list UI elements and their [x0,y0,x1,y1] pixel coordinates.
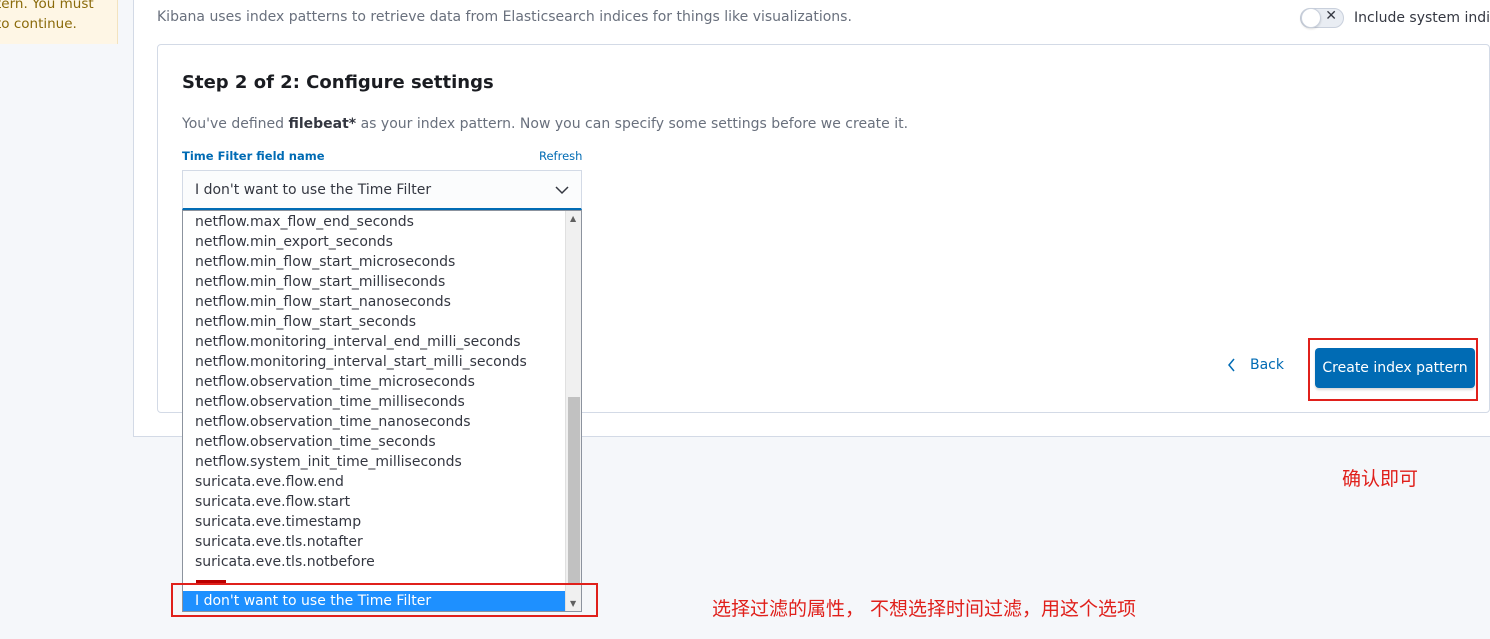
time-filter-options-list[interactable]: netflow.max_flow_end_seconds netflow.min_… [182,210,582,612]
toggle-label: Include system indice [1354,10,1490,26]
time-filter-select[interactable]: I don't want to use the Time Filter [182,170,582,210]
toggle-knob [1301,8,1321,28]
highlight-box-create [1308,338,1478,401]
step-description: You've defined filebeat* as your index p… [182,116,908,132]
option-item[interactable]: suricata.eve.flow.end [183,472,581,492]
annotation-choose: 选择过滤的属性， 不想选择时间过滤，用这个选项 [712,598,1137,620]
index-pattern-name: filebeat* [288,116,357,132]
options: netflow.max_flow_end_seconds netflow.min_… [183,211,581,611]
option-item[interactable]: netflow.min_flow_start_seconds [183,312,581,332]
include-system-indices-toggle[interactable]: ✕ Include system indice [1300,8,1490,28]
scroll-thumb[interactable] [568,397,580,583]
page-description: Kibana uses index patterns to retrieve d… [157,9,852,25]
time-filter-field-label: Time Filter field name [182,149,325,163]
list-scrollbar[interactable]: ▲ ▼ [565,211,581,611]
option-item[interactable]: netflow.observation_time_microseconds [183,372,581,392]
desc-suffix: as your index pattern. Now you can speci… [356,116,909,132]
option-item[interactable]: suricata.eve.timestamp [183,512,581,532]
back-label: Back [1250,357,1284,373]
option-item[interactable]: netflow.monitoring_interval_end_milli_se… [183,332,581,352]
back-button[interactable]: Back [1226,357,1284,373]
scroll-up-icon[interactable]: ▲ [570,214,576,223]
callout-line-1: tern. You must [0,0,94,12]
option-item[interactable]: suricata.eve.tls.notbefore [183,552,581,572]
chevron-left-icon [1228,358,1235,372]
option-item[interactable]: netflow.observation_time_nanoseconds [183,412,581,432]
chevron-down-icon [555,186,569,195]
option-item[interactable]: netflow.min_flow_start_microseconds [183,252,581,272]
option-item[interactable]: netflow.monitoring_interval_start_milli_… [183,352,581,372]
option-item[interactable]: netflow.min_export_seconds [183,232,581,252]
toggle-switch[interactable]: ✕ [1300,8,1344,28]
step-title: Step 2 of 2: Configure settings [182,72,494,93]
annotation-confirm: 确认即可 [1342,468,1419,490]
option-item[interactable]: netflow.max_flow_end_seconds [183,212,581,232]
option-item[interactable]: suricata.eve.tls.notafter [183,532,581,552]
option-item[interactable]: netflow.system_init_time_milliseconds [183,452,581,472]
callout-line-2: to continue. [0,16,77,32]
option-item[interactable]: suricata.eve.flow.start [183,492,581,512]
close-icon: ✕ [1325,8,1337,24]
desc-prefix: You've defined [182,116,289,132]
option-item[interactable]: netflow.min_flow_start_milliseconds [183,272,581,292]
warning-callout: tern. You must to continue. [0,0,118,44]
option-spacer [183,572,581,580]
option-item[interactable]: netflow.min_flow_start_nanoseconds [183,292,581,312]
refresh-link[interactable]: Refresh [539,149,582,163]
highlight-box-option [171,583,598,617]
select-value: I don't want to use the Time Filter [195,182,432,198]
option-item[interactable]: netflow.observation_time_milliseconds [183,392,581,412]
option-item[interactable]: netflow.observation_time_seconds [183,432,581,452]
